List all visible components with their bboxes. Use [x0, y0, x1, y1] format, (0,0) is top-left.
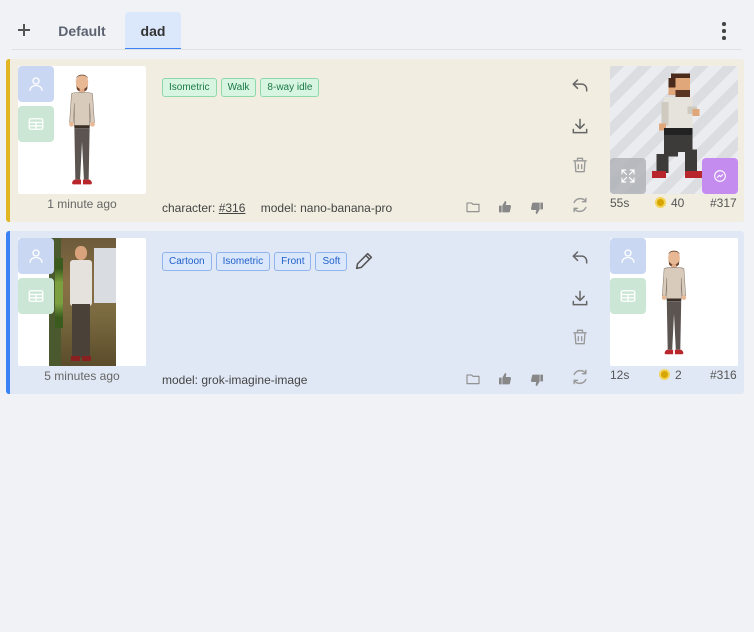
- generation-id: #316: [710, 368, 737, 382]
- generation-card-317: 1 minute ago Isometric Walk 8-way idle c…: [6, 59, 744, 222]
- tab-divider: [12, 49, 742, 50]
- source-photo: [49, 238, 116, 366]
- tag[interactable]: Front: [274, 251, 312, 271]
- model-name: nano-banana-pro: [300, 201, 393, 215]
- model-label: model:: [260, 201, 297, 215]
- pencil-icon[interactable]: [353, 250, 375, 272]
- cost-value: 2: [675, 368, 682, 382]
- download-icon[interactable]: [568, 286, 592, 310]
- card-meta: character: #316 model: nano-banana-pro: [162, 201, 392, 215]
- tag[interactable]: Cartoon: [162, 251, 212, 271]
- card-meta: model: grok-imagine-image: [162, 373, 307, 387]
- animate-icon[interactable]: [702, 158, 738, 194]
- result-image[interactable]: [610, 66, 738, 194]
- folder-icon[interactable]: [465, 199, 481, 215]
- tag[interactable]: Soft: [315, 251, 348, 271]
- generation-card-316: 5 minutes ago Cartoon Isometric Front So…: [6, 231, 744, 394]
- refresh-icon[interactable]: [568, 193, 592, 217]
- thumbs-down-icon[interactable]: [529, 372, 545, 388]
- tag[interactable]: 8-way idle: [260, 78, 320, 97]
- kebab-menu-icon[interactable]: [716, 22, 732, 40]
- cost: 2: [659, 368, 682, 382]
- tag[interactable]: Walk: [220, 78, 257, 97]
- spritesheet-icon[interactable]: [18, 278, 54, 314]
- person-icon[interactable]: [610, 238, 646, 274]
- cost: 40: [655, 196, 684, 210]
- cost-value: 40: [671, 196, 685, 210]
- character-image: [656, 244, 692, 362]
- character-image: [62, 69, 102, 191]
- duration: 55s: [610, 196, 630, 210]
- thumbs-down-icon[interactable]: [529, 200, 545, 216]
- coin-icon: [655, 197, 666, 208]
- spritesheet-icon[interactable]: [610, 278, 646, 314]
- generation-id: #317: [710, 196, 737, 210]
- result-image[interactable]: [610, 238, 738, 366]
- trash-icon[interactable]: [568, 153, 592, 177]
- model-label: model:: [162, 373, 199, 387]
- tag[interactable]: Isometric: [215, 251, 271, 271]
- expand-icon[interactable]: [610, 158, 646, 194]
- thumbs-up-icon[interactable]: [497, 199, 513, 215]
- character-label: character:: [162, 201, 216, 215]
- tag-list: Isometric Walk 8-way idle: [162, 78, 320, 97]
- model-name: grok-imagine-image: [201, 373, 308, 387]
- undo-icon[interactable]: [568, 73, 592, 97]
- refresh-icon[interactable]: [568, 365, 592, 389]
- timestamp: 1 minute ago: [47, 197, 117, 211]
- person-icon[interactable]: [18, 66, 54, 102]
- tag[interactable]: Isometric: [162, 78, 217, 97]
- tab-default[interactable]: Default: [46, 12, 118, 50]
- tab-dad[interactable]: dad: [125, 12, 181, 50]
- plus-icon[interactable]: [14, 20, 34, 40]
- undo-icon[interactable]: [568, 245, 592, 269]
- spritesheet-icon[interactable]: [18, 106, 54, 142]
- folder-icon[interactable]: [465, 371, 481, 387]
- timestamp: 5 minutes ago: [44, 369, 120, 383]
- tab-bar: Default dad: [0, 0, 754, 50]
- person-icon[interactable]: [18, 238, 54, 274]
- trash-icon[interactable]: [568, 325, 592, 349]
- character-link[interactable]: #316: [219, 201, 246, 215]
- download-icon[interactable]: [568, 114, 592, 138]
- coin-icon: [659, 369, 670, 380]
- tag-list: Cartoon Isometric Front Soft: [162, 250, 375, 272]
- thumbs-up-icon[interactable]: [497, 371, 513, 387]
- duration: 12s: [610, 368, 630, 382]
